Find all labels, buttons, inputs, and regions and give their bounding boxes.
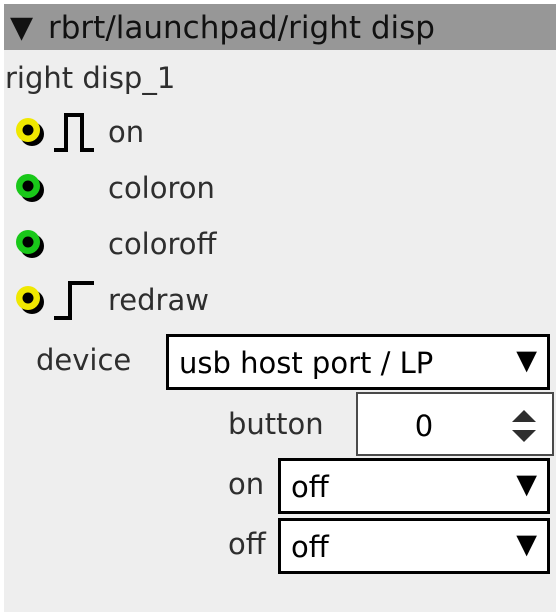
inlet-port-on[interactable] [12,114,48,150]
gate-pulse-icon [54,113,94,152]
button-number-field[interactable]: 0 [356,392,554,456]
node-title: rbrt/launchpad/right disp [48,10,435,46]
device-dropdown[interactable]: usb host port / LP ▼ [166,334,550,390]
decrement-arrow-icon[interactable] [510,428,538,444]
button-label: button [228,407,324,441]
port-label-coloron: coloron [108,171,215,205]
off-label: off [228,527,266,561]
port-label-on: on [108,115,145,149]
port-label-coloroff: coloroff [108,227,217,261]
inlet-port-coloroff[interactable] [12,226,48,262]
node-titlebar[interactable]: ▼ rbrt/launchpad/right disp [4,4,556,50]
node-instance-name: right disp_1 [5,61,176,95]
on-dropdown-value: off [291,470,329,504]
off-dropdown[interactable]: off ▼ [278,518,550,574]
off-dropdown-value: off [291,530,329,564]
device-dropdown-value: usb host port / LP [179,346,434,380]
increment-arrow-icon[interactable] [510,408,538,424]
chevron-down-icon: ▼ [516,529,537,560]
port-label-redraw: redraw [108,283,209,317]
chevron-down-icon: ▼ [516,469,537,500]
device-label: device [36,343,132,377]
trigger-rising-edge-icon [54,281,94,320]
chevron-down-icon: ▼ [516,345,537,376]
button-number-value: 0 [414,409,434,443]
on-label: on [228,467,265,501]
inlet-port-redraw[interactable] [12,282,48,318]
inlet-port-coloron[interactable] [12,170,48,206]
collapse-triangle-icon[interactable]: ▼ [10,8,33,48]
on-dropdown[interactable]: off ▼ [278,458,550,514]
